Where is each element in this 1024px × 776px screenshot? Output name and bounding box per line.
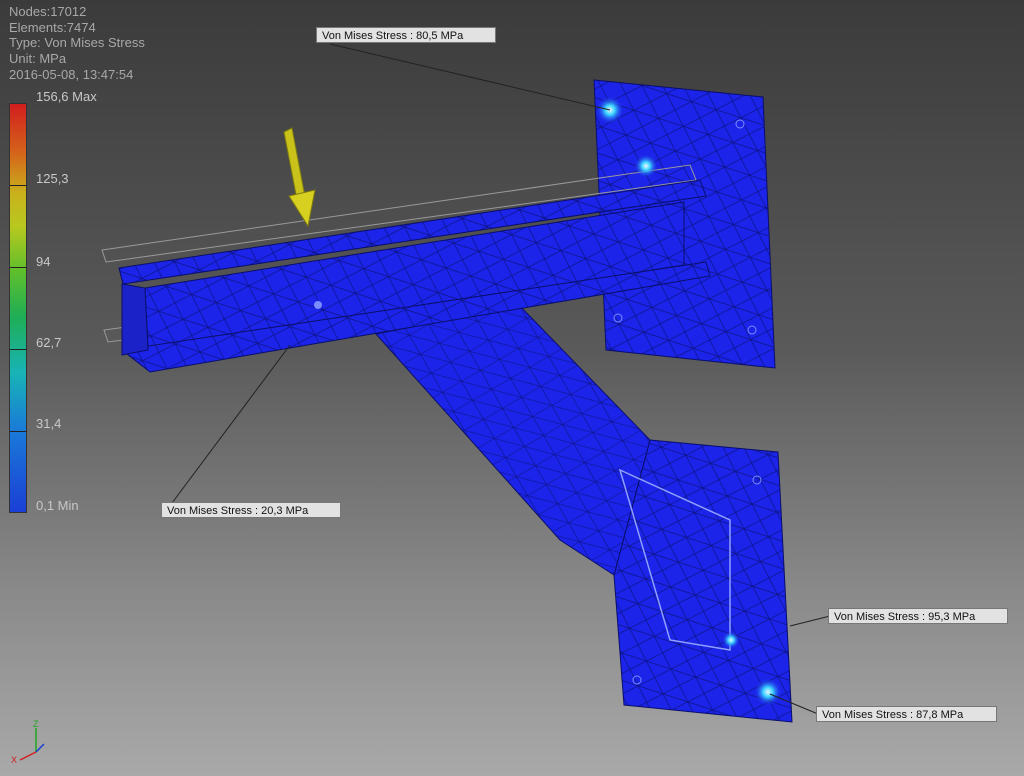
legend-tick-label: 94 (36, 254, 51, 269)
legend-max-label: 156,6 Max (36, 89, 97, 104)
i-beam-end-face (121, 283, 149, 356)
legend-tick-label: 31,4 (36, 416, 62, 431)
elements-count: Elements:7474 (9, 19, 96, 35)
legend-tick-mark (10, 267, 27, 268)
triad-z-label: Z (33, 719, 39, 729)
probe-tag[interactable]: Von Mises Stress : 87,8 MPa (816, 706, 997, 722)
legend-tick-mark (10, 431, 27, 432)
triad-x-label: X (11, 755, 17, 765)
hotspot-95-3[interactable] (722, 631, 740, 649)
model-info-panel: Nodes:17012 Elements:7474 Type: Von Mise… (9, 4, 145, 83)
result-unit: Unit: MPa (9, 51, 67, 67)
fea-viewport[interactable]: Z X (0, 0, 1024, 776)
coordinate-triad: Z X (11, 719, 45, 765)
result-type: Type: Von Mises Stress (9, 35, 145, 51)
hotspot-87-8[interactable] (754, 678, 782, 706)
nodes-count: Nodes:17012 (9, 4, 87, 19)
legend-min-label: 0,1 Min (36, 498, 79, 513)
legend-tick-mark (10, 185, 27, 186)
hotspot-20-3[interactable] (314, 301, 322, 309)
legend-tick-label: 125,3 (36, 171, 69, 186)
leader-line-20-3 (171, 344, 291, 504)
probe-tag[interactable]: Von Mises Stress : 95,3 MPa (828, 608, 1008, 624)
probe-tag[interactable]: Von Mises Stress : 80,5 MPa (316, 27, 496, 43)
legend-tick-mark (10, 349, 27, 350)
stress-color-legend[interactable] (9, 103, 27, 513)
hotspot-upper-weld (634, 154, 658, 178)
result-timestamp: 2016-05-08, 13:47:54 (9, 66, 134, 82)
legend-tick-label: 62,7 (36, 335, 62, 350)
probe-tag[interactable]: Von Mises Stress : 20,3 MPa (161, 502, 341, 518)
load-arrow[interactable] (283, 127, 316, 228)
leader-line-95-3 (789, 615, 831, 627)
leader-line-80-5 (329, 43, 611, 111)
